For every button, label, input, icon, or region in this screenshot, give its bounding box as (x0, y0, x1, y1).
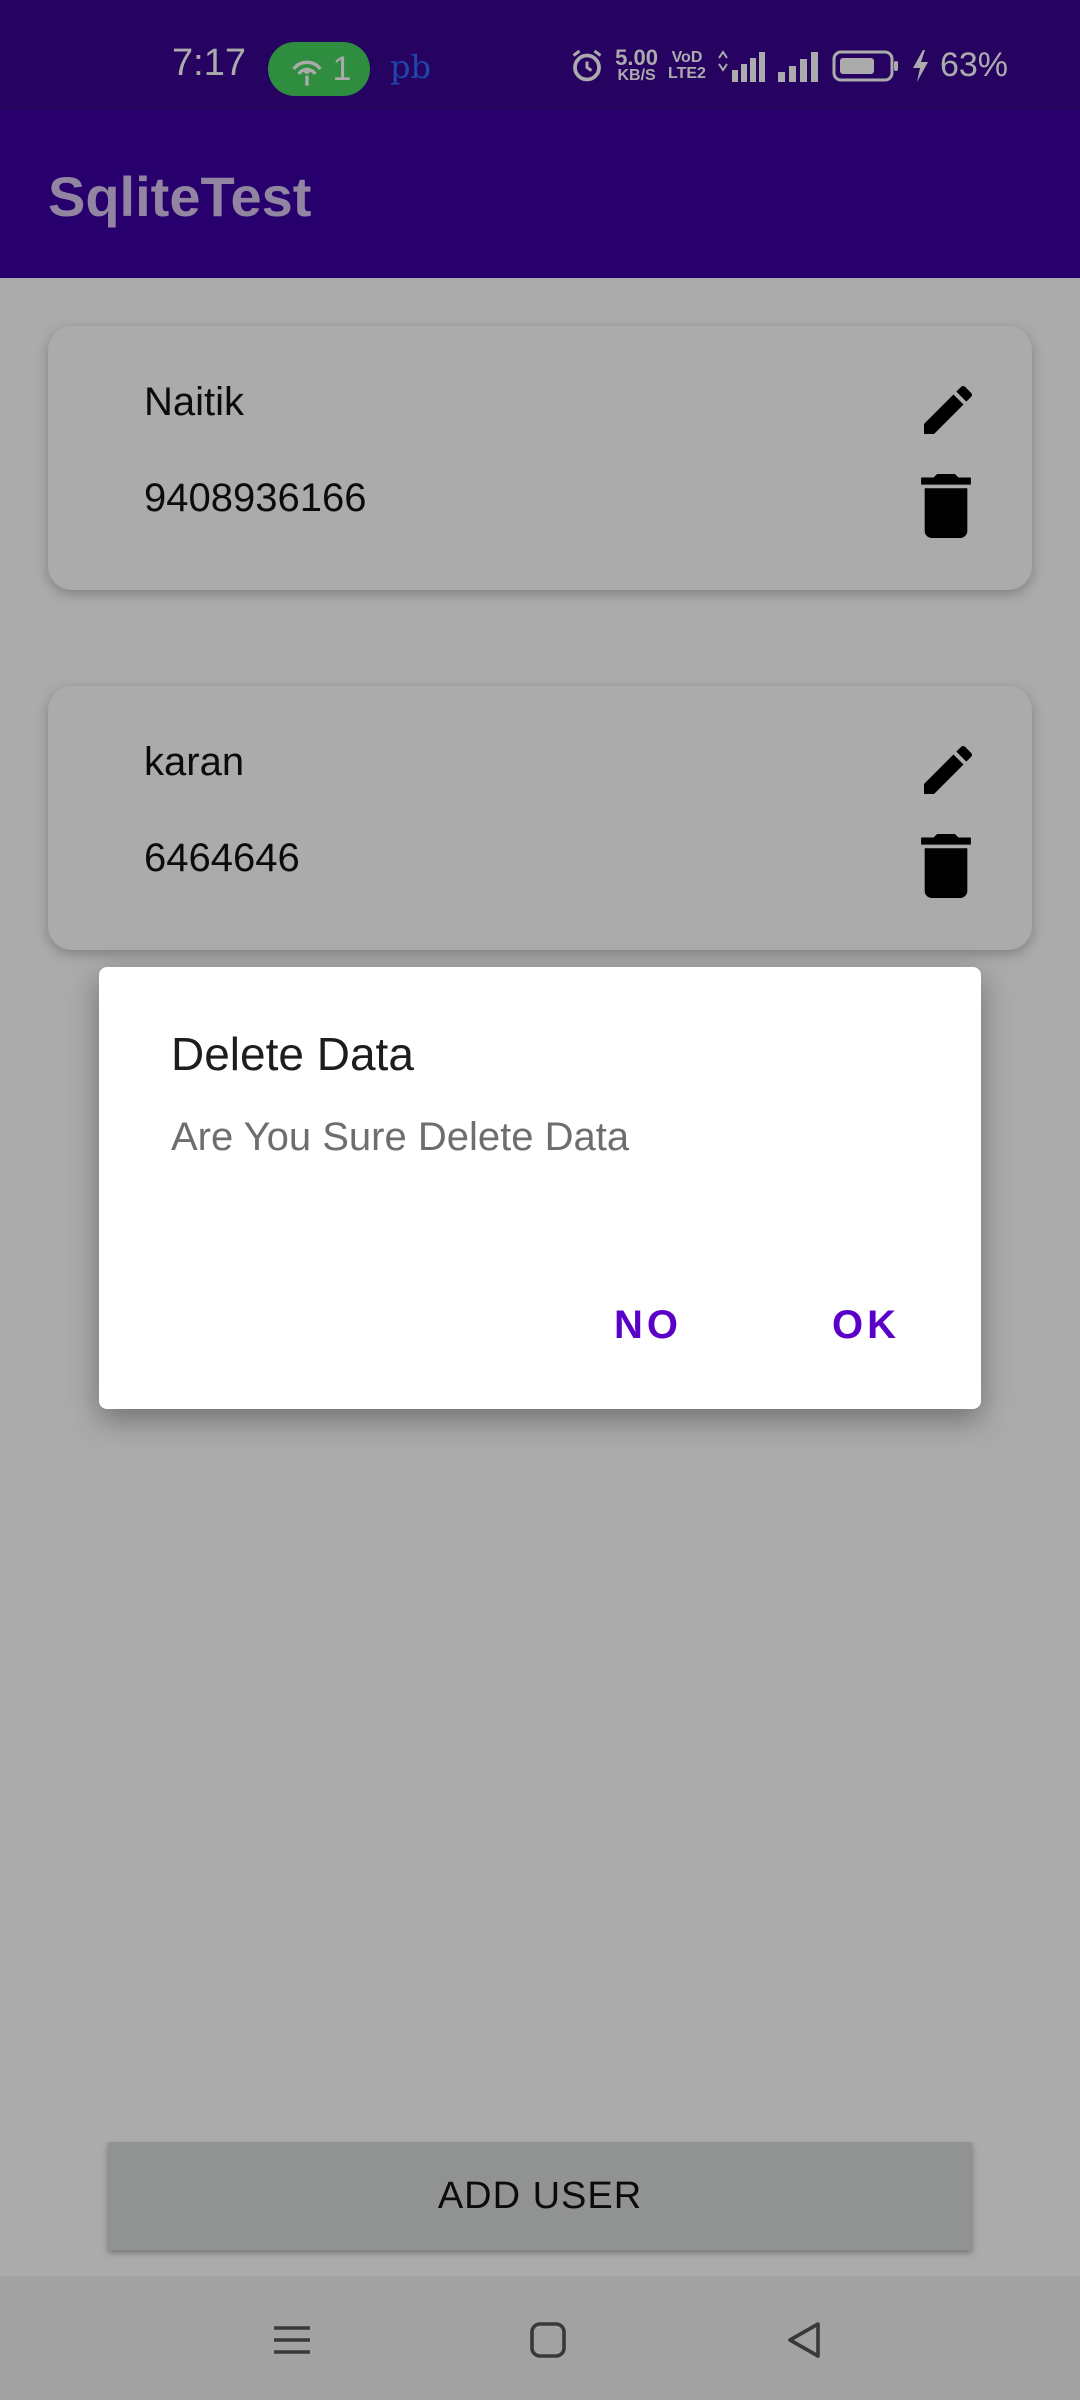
dialog-title: Delete Data (171, 1028, 414, 1080)
ok-button[interactable]: OK (832, 1303, 900, 1348)
delete-dialog: Delete Data Are You Sure Delete Data NO … (99, 967, 981, 1409)
no-button[interactable]: NO (614, 1303, 682, 1348)
dialog-message: Are You Sure Delete Data (171, 1115, 630, 1159)
